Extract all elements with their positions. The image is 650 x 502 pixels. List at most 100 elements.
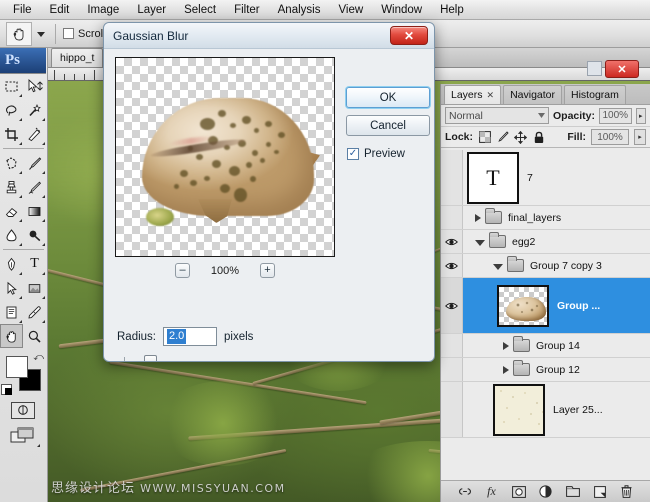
layer-visibility-toggle[interactable] [441,150,463,205]
dialog-titlebar[interactable]: Gaussian Blur ✕ [104,23,434,49]
link-layers-icon[interactable] [458,485,472,499]
layer-row-final-layers[interactable]: final_layers [441,206,650,230]
default-colors-icon[interactable] [1,384,12,395]
foreground-color-swatch[interactable] [6,356,28,378]
layer-visibility-toggle[interactable] [441,206,463,229]
layer-row-group-7-copy-3[interactable]: Group 7 copy 3 [441,254,650,278]
layer-row-selected-group[interactable]: Group ... [441,278,650,334]
layer-visibility-toggle[interactable] [441,382,463,437]
zoom-out-button[interactable]: – [175,263,190,278]
dialog-close-button[interactable]: ✕ [390,26,428,45]
tab-layers[interactable]: Layers ✕ [444,85,502,104]
new-group-icon[interactable] [565,485,580,499]
rectangular-marquee-tool-icon[interactable] [0,74,23,98]
eyedropper-tool-icon[interactable] [23,300,46,324]
document-tab[interactable]: hippo_t [51,48,104,67]
opacity-stepper[interactable]: ▸ [635,107,646,124]
layer-list[interactable]: T 7 final_layers egg2 Group 7 copy 3 Gro… [441,150,650,480]
dodge-tool-icon[interactable] [23,223,46,247]
disclosure-triangle-icon[interactable] [475,213,481,222]
layer-visibility-toggle[interactable] [441,358,463,381]
cancel-button[interactable]: Cancel [346,115,430,136]
scroll-all-windows-checkbox[interactable]: Scroll [63,28,106,40]
clone-stamp-tool-icon[interactable] [0,175,23,199]
layer-visibility-toggle[interactable] [441,230,463,253]
preview-checkbox-row[interactable]: ✓ Preview [347,148,405,160]
lock-all-icon[interactable] [532,131,545,144]
add-layer-mask-icon[interactable] [511,485,526,499]
pen-tool-icon[interactable] [0,252,23,276]
menu-file[interactable]: File [4,2,41,18]
slider-thumb[interactable] [144,355,157,361]
opacity-value[interactable]: 100% [599,107,632,124]
type-tool-icon[interactable]: T [23,252,46,276]
zoom-tool-icon[interactable] [23,324,46,348]
layer-visibility-toggle[interactable] [441,334,463,357]
adjustment-layer-icon[interactable] [539,485,553,499]
menu-view[interactable]: View [329,2,372,18]
blur-preview[interactable] [115,57,335,257]
disclosure-triangle-icon[interactable] [503,365,509,374]
menu-select[interactable]: Select [175,2,225,18]
hand-tool-icon[interactable] [6,21,32,46]
layer-row-text-7[interactable]: T 7 [441,150,650,206]
brush-tool-icon[interactable] [23,151,46,175]
blend-mode-select[interactable]: Normal [445,107,549,124]
disclosure-triangle-icon[interactable] [475,239,485,246]
slice-tool-icon[interactable] [23,122,46,146]
layer-row-egg2[interactable]: egg2 [441,230,650,254]
delete-layer-icon[interactable] [620,485,634,499]
layer-row-group-12[interactable]: Group 12 [441,358,650,382]
lasso-tool-icon[interactable] [0,98,23,122]
menu-window[interactable]: Window [372,2,431,18]
layer-name: egg2 [512,235,536,248]
disclosure-triangle-icon[interactable] [493,263,503,270]
tool-preset-chevron-down-icon[interactable] [34,23,48,45]
menu-filter[interactable]: Filter [225,2,269,18]
preview-checkbox[interactable]: ✓ [347,148,359,160]
fill-stepper[interactable]: ▸ [634,129,646,145]
fill-value[interactable]: 100% [591,129,629,145]
tab-histogram[interactable]: Histogram [564,85,626,104]
lock-transparent-pixels-icon[interactable] [478,131,491,144]
swap-colors-icon[interactable]: ⤺ [33,352,44,363]
menu-layer[interactable]: Layer [128,2,175,18]
zoom-in-button[interactable]: + [260,263,275,278]
disclosure-triangle-icon[interactable] [503,341,509,350]
menu-analysis[interactable]: Analysis [269,2,330,18]
layer-row-layer-25[interactable]: Layer 25... [441,382,650,438]
layer-visibility-toggle[interactable] [441,278,463,333]
new-layer-icon[interactable] [593,485,607,499]
screen-mode-button[interactable] [0,422,46,450]
radius-slider[interactable] [122,354,417,361]
quick-mask-mode-button[interactable] [0,398,46,422]
close-document-button[interactable]: ✕ [605,60,639,78]
lock-position-icon[interactable] [514,130,528,144]
radius-input[interactable]: 2.0 [163,327,217,346]
gradient-tool-icon[interactable] [23,199,46,223]
notes-tool-icon[interactable] [0,300,23,324]
patch-tool-icon[interactable] [0,151,23,175]
group-folder-icon [489,232,506,248]
layer-row-group-14[interactable]: Group 14 [441,334,650,358]
crop-tool-icon[interactable] [0,122,23,146]
restore-window-button[interactable] [587,61,602,76]
menu-image[interactable]: Image [78,2,128,18]
fill-label: Fill: [567,131,586,143]
path-selection-tool-icon[interactable] [0,276,23,300]
layer-style-fx-icon[interactable]: fx [485,484,499,499]
move-tool-icon[interactable] [23,74,46,98]
magic-wand-tool-icon[interactable] [23,98,46,122]
layer-visibility-toggle[interactable] [441,254,463,277]
blur-tool-icon[interactable] [0,223,23,247]
close-icon[interactable]: ✕ [487,90,495,101]
hand-tool-icon-toolbox[interactable] [0,324,23,348]
ok-button[interactable]: OK [346,87,430,108]
lock-image-pixels-icon[interactable] [496,131,509,144]
history-brush-tool-icon[interactable] [23,175,46,199]
shape-tool-icon[interactable] [23,276,46,300]
eraser-tool-icon[interactable] [0,199,23,223]
tab-navigator[interactable]: Navigator [503,85,563,104]
menu-help[interactable]: Help [431,2,473,18]
menu-edit[interactable]: Edit [41,2,79,18]
